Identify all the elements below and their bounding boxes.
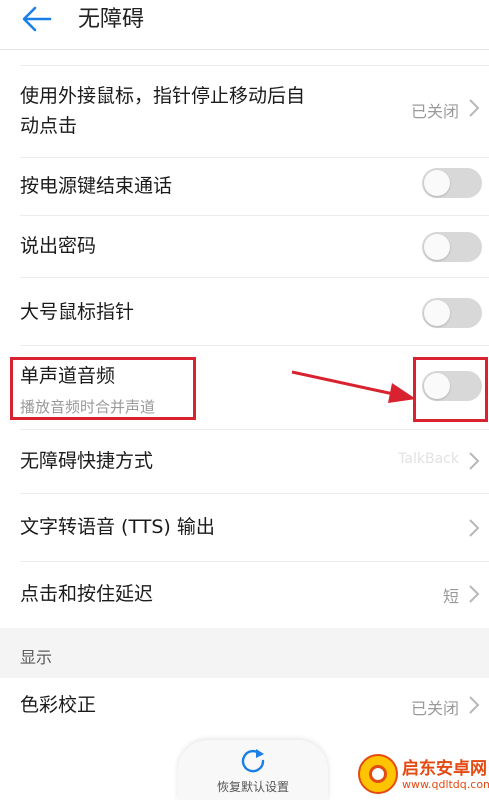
- list-item-speak-password: 说出密码: [0, 216, 489, 278]
- list-item-label: 点击和按住延迟: [20, 583, 154, 605]
- list-item-label: 色彩校正: [20, 694, 97, 716]
- list-item-hold-delay[interactable]: 点击和按住延迟 短: [0, 562, 489, 628]
- list-item-value: TalkBack: [398, 451, 459, 467]
- watermark: 启东安卓网 www.qdltdq.com: [358, 752, 489, 798]
- list-item-value: 短: [442, 587, 459, 606]
- restore-defaults-label: 恢复默认设置: [216, 780, 289, 794]
- chevron-right-icon: [469, 99, 480, 117]
- chevron-right-icon: [469, 452, 480, 470]
- arrow-left-icon: [22, 6, 52, 32]
- toggle-large-pointer[interactable]: [422, 298, 482, 328]
- restore-defaults-button[interactable]: 恢复默认设置: [178, 740, 328, 800]
- toggle-knob: [424, 234, 450, 260]
- page-title: 无障碍: [78, 7, 145, 32]
- list-item-tts[interactable]: 文字转语音 (TTS) 输出: [0, 494, 489, 562]
- list-item-label-continued: 动点击: [20, 115, 78, 137]
- list-item-label: 使用外接鼠标，指针停止移动后自: [20, 85, 306, 107]
- watermark-url: www.qdltdq.com: [402, 778, 489, 791]
- app-header: 无障碍: [0, 0, 489, 50]
- divider: [20, 65, 489, 66]
- list-item-large-pointer: 大号鼠标指针: [0, 278, 489, 346]
- back-button[interactable]: [20, 4, 54, 34]
- list-item-label: 大号鼠标指针: [20, 301, 135, 323]
- list-item-label: 说出密码: [20, 235, 97, 257]
- toggle-power-end-call[interactable]: [422, 168, 482, 198]
- watermark-logo-icon: [358, 754, 398, 794]
- refresh-icon: [241, 749, 265, 773]
- list-item-auto-click[interactable]: 使用外接鼠标，指针停止移动后自 动点击 已关闭: [0, 70, 489, 158]
- arrow-annotation: [291, 370, 416, 403]
- chevron-right-icon: [469, 585, 480, 603]
- list-item-value: 已关闭: [410, 102, 459, 121]
- section-header-display: 显示: [0, 628, 489, 678]
- list-item-label: 无障碍快捷方式: [20, 450, 154, 472]
- toggle-knob: [424, 300, 450, 326]
- list-item-label: 文字转语音 (TTS) 输出: [20, 516, 215, 538]
- section-label: 显示: [20, 648, 53, 667]
- watermark-name: 启东安卓网: [402, 759, 487, 779]
- highlight-box-label: [10, 357, 196, 420]
- list-item-power-end-call: 按电源键结束通话: [0, 158, 489, 216]
- list-item-value: 已关闭: [410, 699, 459, 718]
- list-item-color-correction[interactable]: 色彩校正 已关闭: [0, 678, 489, 738]
- chevron-right-icon: [469, 519, 480, 537]
- toggle-speak-password[interactable]: [422, 232, 482, 262]
- list-item-shortcut[interactable]: 无障碍快捷方式 TalkBack: [0, 430, 489, 494]
- chevron-right-icon: [469, 696, 480, 714]
- list-item-label: 按电源键结束通话: [20, 175, 173, 197]
- toggle-knob: [424, 170, 450, 196]
